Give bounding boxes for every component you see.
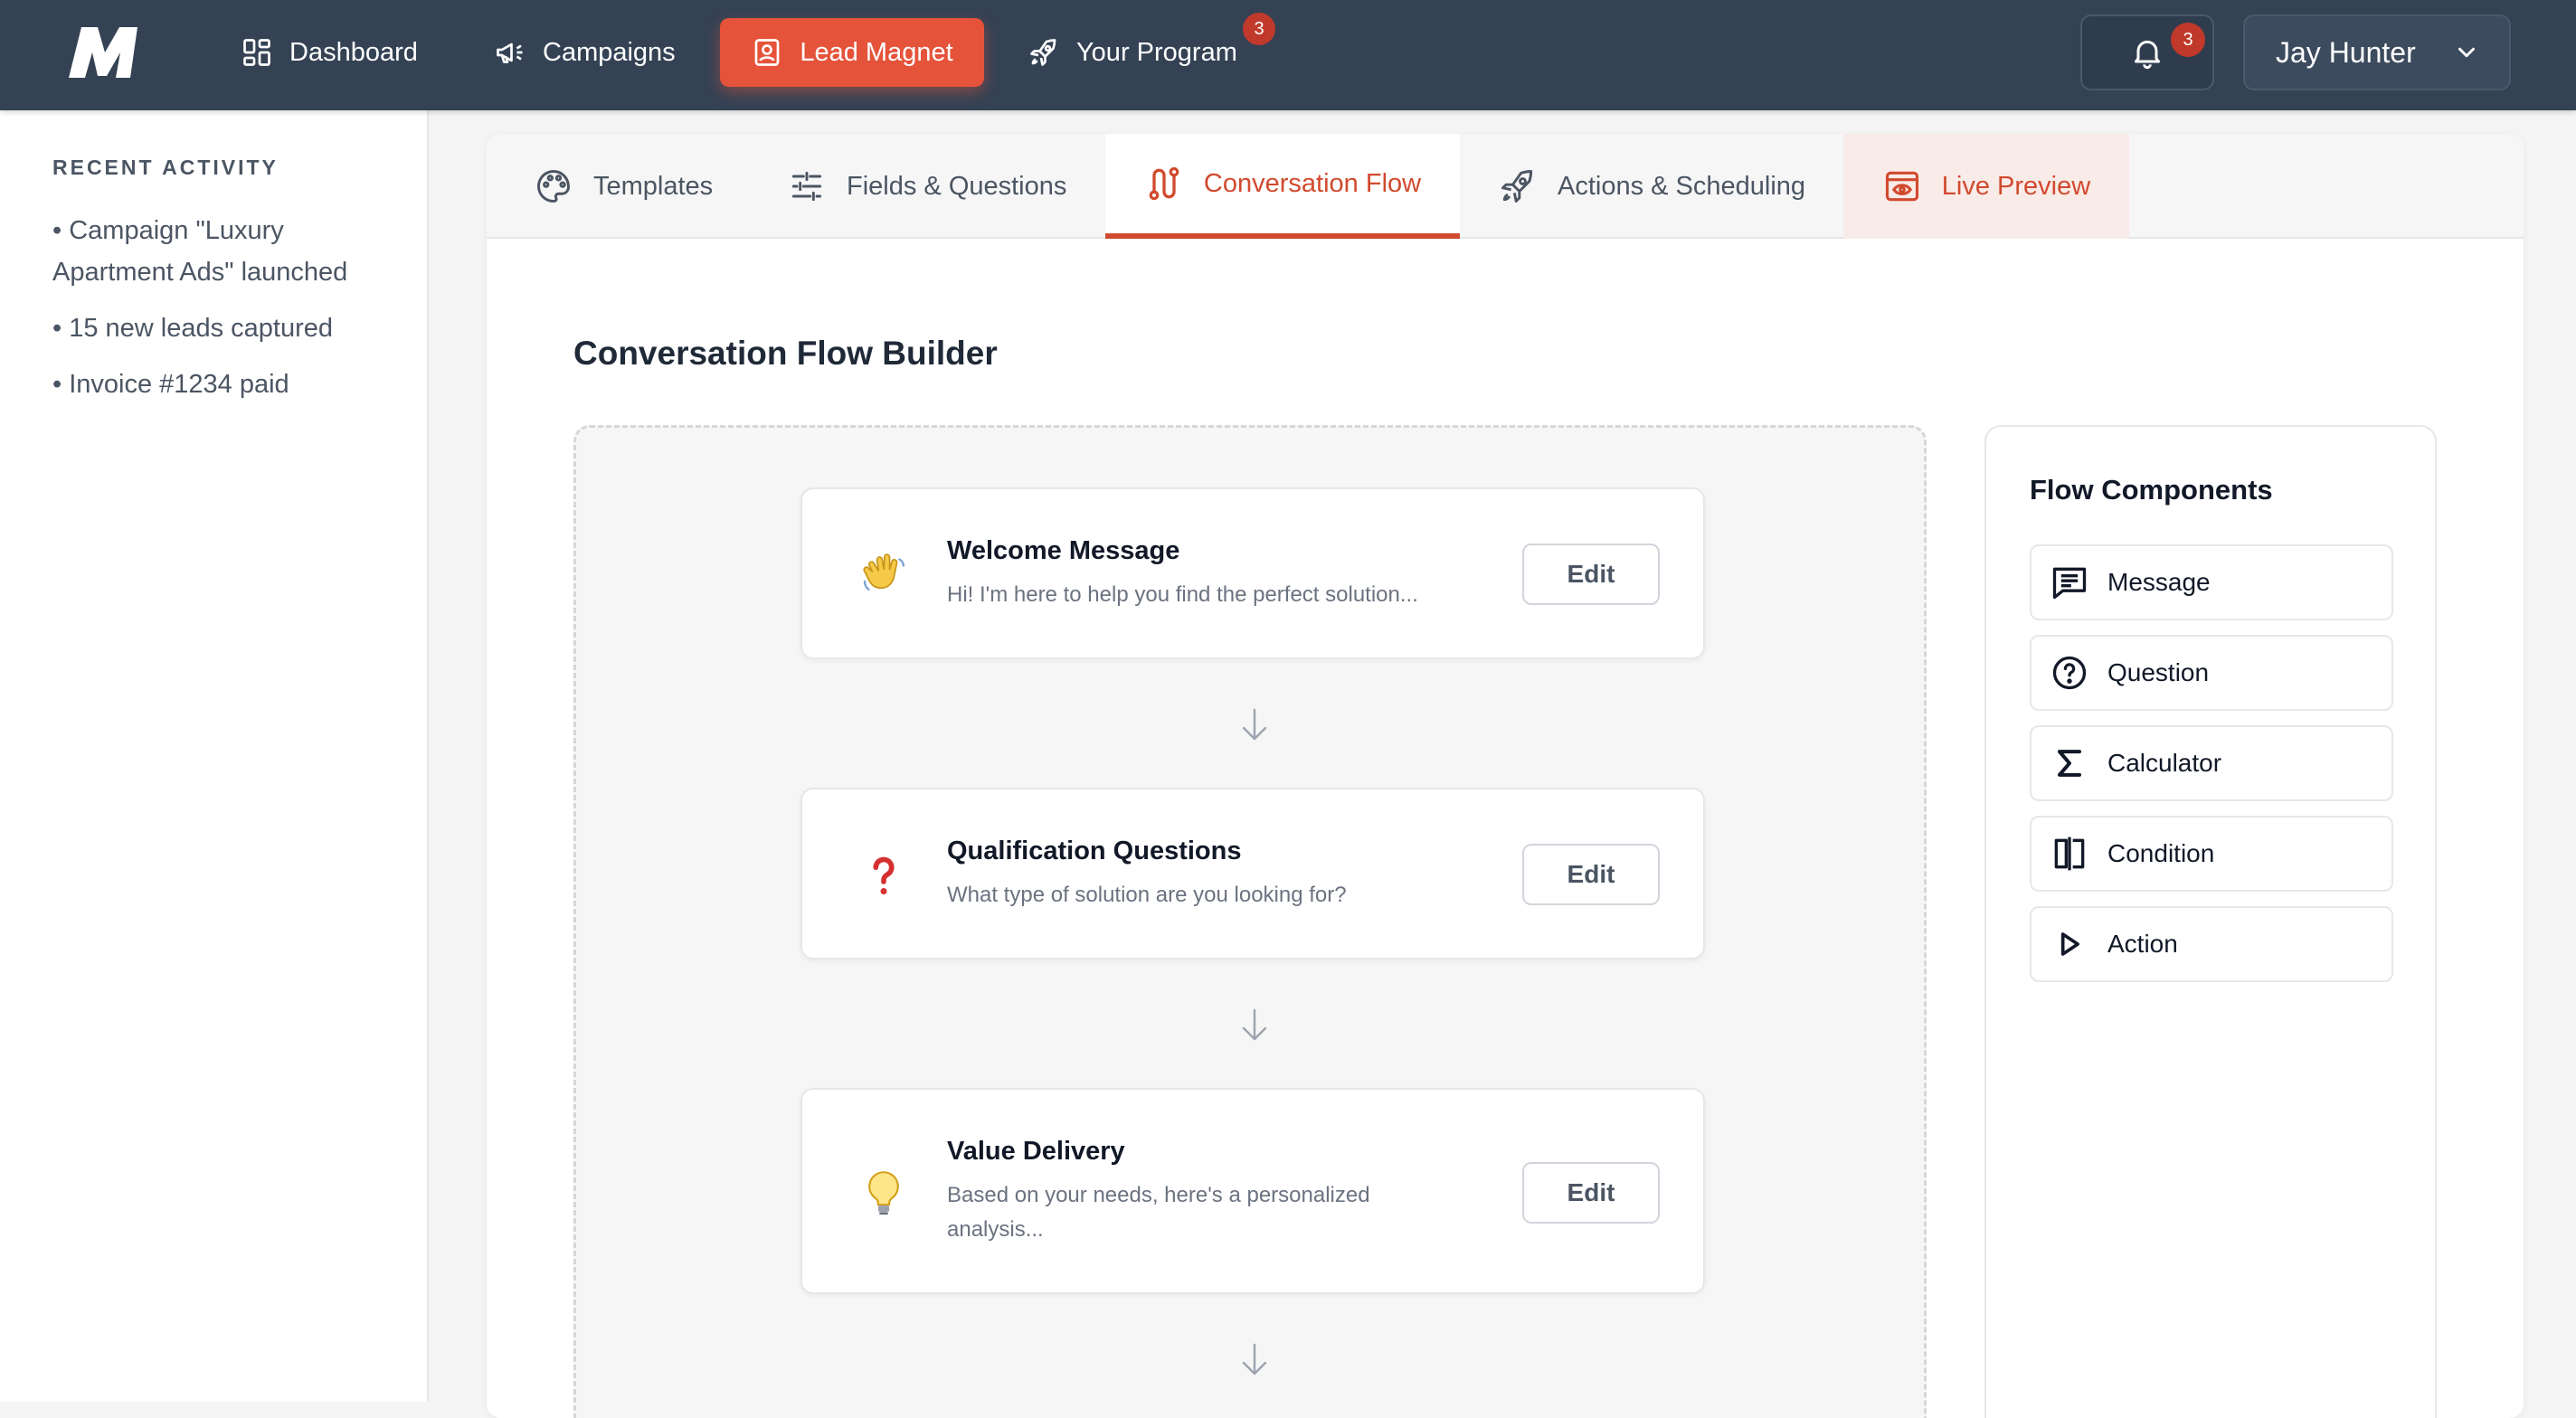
sigma-icon [2050,743,2089,783]
component-calculator[interactable]: Calculator [2030,725,2393,801]
nav-campaigns-label: Campaigns [543,37,676,67]
step-title: Value Delivery [947,1137,1125,1166]
component-condition[interactable]: Condition [2030,816,2393,892]
tab-actions-scheduling-label: Actions & Scheduling [1558,171,1806,201]
page-title: Conversation Flow Builder [573,335,998,372]
tab-fields-questions[interactable]: Fields & Questions [762,134,1092,239]
component-label: Action [2107,930,2178,958]
waving-hand-icon [857,548,911,602]
notifications-count-badge: 3 [2171,23,2205,57]
tab-conversation-flow[interactable]: Conversation Flow [1105,134,1460,239]
activity-item: • Campaign "Luxury Apartment Ads" launch… [52,216,348,287]
chevron-down-icon [2453,39,2480,66]
question-mark-icon [857,848,911,903]
nav-lead-magnet[interactable]: Lead Magnet [720,18,984,87]
nav-your-program[interactable]: Your Program [1004,18,1261,87]
component-question[interactable]: Question [2030,635,2393,711]
program-count-badge: 3 [1243,13,1275,45]
question-circle-icon [2050,653,2089,693]
app-logo[interactable] [67,25,150,80]
preview-eye-icon [1882,166,1922,206]
dashboard-icon [241,36,273,69]
tab-conversation-flow-label: Conversation Flow [1203,168,1422,198]
flow-step-qualification-questions[interactable]: Qualification Questions What type of sol… [800,788,1705,960]
flow-components-title: Flow Components [2030,474,2273,506]
nav-dashboard-label: Dashboard [289,37,418,67]
tab-fields-questions-label: Fields & Questions [847,171,1067,201]
activity-item: • 15 new leads captured [52,314,334,343]
route-icon [1144,164,1184,203]
component-message[interactable]: Message [2030,544,2393,620]
lead-magnet-editor: Templates Fields & Questions Conversatio… [487,134,2524,1418]
flow-canvas[interactable]: Welcome Message Hi! I'm here to help you… [573,425,1927,1418]
flow-step-value-delivery[interactable]: Value Delivery Based on your needs, here… [800,1088,1705,1294]
edit-step-button[interactable]: Edit [1522,844,1660,905]
component-list: Message Question Calculator Condition Ac… [2030,544,2393,997]
tab-live-preview-label: Live Preview [1941,171,2091,201]
message-icon [2050,562,2089,602]
play-icon [2050,924,2089,964]
split-panel-icon [2050,834,2089,874]
edit-step-button[interactable]: Edit [1522,544,1660,605]
component-label: Message [2107,568,2211,596]
contact-card-icon [751,36,783,69]
top-navigation-bar: Dashboard Campaigns Lead Magnet Your Pro… [0,0,2576,110]
sliders-icon [787,166,827,206]
user-name: Jay Hunter [2276,35,2416,69]
activity-list: • Campaign "Luxury Apartment Ads" launch… [52,210,396,420]
tab-actions-scheduling[interactable]: Actions & Scheduling [1473,134,1831,239]
rocket-icon [1498,166,1538,206]
editor-tabs: Templates Fields & Questions Conversatio… [487,134,2524,239]
tab-live-preview[interactable]: Live Preview [1843,134,2129,239]
nav-your-program-label: Your Program [1076,37,1237,67]
step-title: Welcome Message [947,536,1180,565]
arrow-down-icon [1236,1005,1273,1045]
flow-step-welcome-message[interactable]: Welcome Message Hi! I'm here to help you… [800,487,1705,659]
recent-activity-heading: RECENT ACTIVITY [52,156,279,179]
nav-lead-magnet-label: Lead Magnet [800,37,953,67]
activity-item: • Invoice #1234 paid [52,370,289,399]
step-description: Hi! I'm here to help you find the perfec… [947,582,1418,607]
component-label: Question [2107,658,2210,686]
flow-components-panel: Flow Components Message Question Calcula… [1984,425,2437,1418]
megaphone-icon [494,36,526,69]
palette-icon [534,166,573,206]
arrow-down-icon [1236,704,1273,744]
component-action[interactable]: Action [2030,906,2393,982]
lightbulb-icon [857,1166,911,1220]
nav-campaigns[interactable]: Campaigns [470,18,699,87]
bell-icon [2129,34,2165,71]
step-description: What type of solution are you looking fo… [947,883,1347,907]
step-title: Qualification Questions [947,837,1242,865]
nav-dashboard[interactable]: Dashboard [217,18,441,87]
recent-activity-sidebar: RECENT ACTIVITY • Campaign "Luxury Apart… [0,110,429,1402]
edit-step-button[interactable]: Edit [1522,1162,1660,1224]
rocket-icon [1028,36,1060,69]
step-description: Based on your needs, here's a personaliz… [947,1183,1370,1242]
tab-templates[interactable]: Templates [508,134,738,239]
component-label: Calculator [2107,749,2222,777]
component-label: Condition [2107,839,2215,867]
user-menu-button[interactable]: Jay Hunter [2243,14,2511,90]
arrow-down-icon [1236,1339,1273,1379]
tab-templates-label: Templates [593,171,714,201]
